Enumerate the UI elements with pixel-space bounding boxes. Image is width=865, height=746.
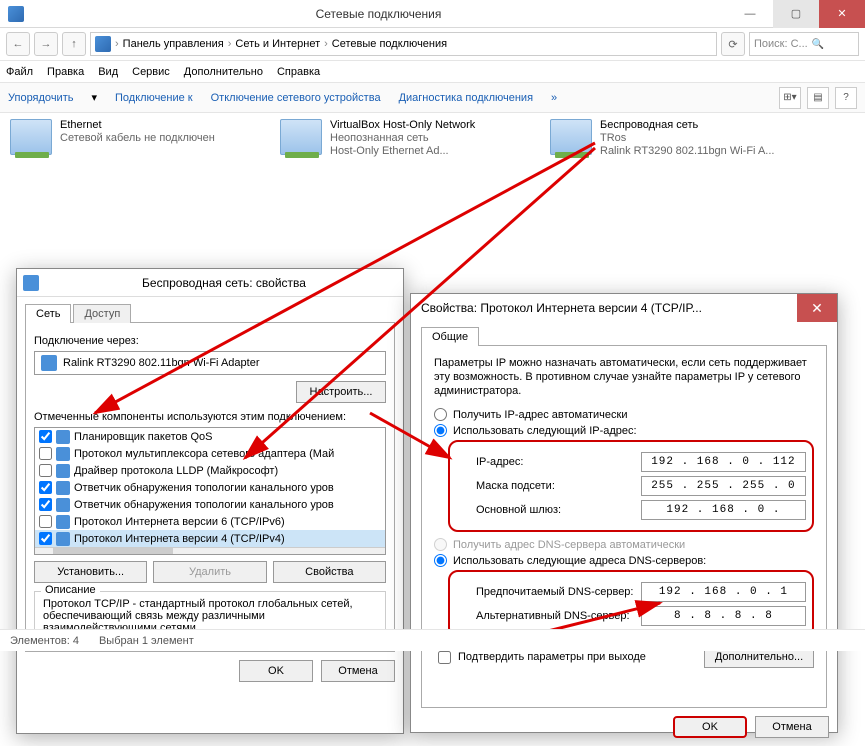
window-titlebar: Сетевые подключения — ▢ ✕	[0, 0, 865, 28]
network-item-ethernet[interactable]: Ethernet Сетевой кабель не подключен	[10, 119, 270, 158]
menu-tools[interactable]: Сервис	[132, 66, 170, 78]
network-icon	[10, 119, 52, 155]
toolbar-diag[interactable]: Диагностика подключения	[399, 92, 533, 104]
info-text: Параметры IP можно назначать автоматичес…	[434, 356, 814, 398]
radio-manual-ip[interactable]	[434, 424, 447, 437]
ip-settings-highlight: IP-адрес:192 . 168 . 0 . 112 Маска подсе…	[448, 440, 814, 532]
preferred-dns-input[interactable]: 192 . 168 . 0 . 1	[641, 582, 806, 602]
details-pane-button[interactable]: ▤	[807, 87, 829, 109]
radio-auto-ip[interactable]	[434, 408, 447, 421]
address-bar: ← → ↑ › Панель управления › Сеть и Интер…	[0, 28, 865, 61]
dialog-title: Свойства: Протокол Интернета версии 4 (T…	[411, 301, 797, 315]
horizontal-scrollbar[interactable]	[35, 547, 385, 555]
component-icon	[56, 532, 70, 546]
menu-edit[interactable]: Правка	[47, 66, 84, 78]
properties-button[interactable]: Свойства	[273, 561, 386, 583]
toolbar-disable[interactable]: Отключение сетевого устройства	[211, 92, 381, 104]
ok-button[interactable]: OK	[673, 716, 747, 738]
component-checkbox[interactable]	[39, 498, 52, 511]
network-item-virtualbox[interactable]: VirtualBox Host-Only Network Неопознанна…	[280, 119, 540, 158]
component-icon	[56, 481, 70, 495]
component-checkbox[interactable]	[39, 515, 52, 528]
component-checkbox[interactable]	[39, 464, 52, 477]
install-button[interactable]: Установить...	[34, 561, 147, 583]
nav-fwd-button[interactable]: →	[34, 32, 58, 56]
nav-up-button[interactable]: ↑	[62, 32, 86, 56]
menu-view[interactable]: Вид	[98, 66, 118, 78]
radio-auto-dns	[434, 538, 447, 551]
breadcrumb-item[interactable]: Панель управления	[123, 38, 224, 50]
component-checkbox[interactable]	[39, 532, 52, 545]
toolbar-organize[interactable]: Упорядочить	[8, 92, 73, 104]
app-icon	[8, 6, 24, 22]
tab-general[interactable]: Общие	[421, 327, 479, 346]
search-icon	[812, 38, 824, 50]
close-button[interactable]: ✕	[797, 294, 837, 322]
help-button[interactable]: ?	[835, 87, 857, 109]
nav-back-button[interactable]: ←	[6, 32, 30, 56]
toolbar-connect[interactable]: Подключение к	[115, 92, 193, 104]
remove-button: Удалить	[153, 561, 266, 583]
maximize-button[interactable]: ▢	[773, 0, 819, 28]
status-selected: Выбран 1 элемент	[99, 635, 194, 647]
gateway-input[interactable]: 192 . 168 . 0 .	[641, 500, 806, 520]
ip-address-input[interactable]: 192 . 168 . 0 . 112	[641, 452, 806, 472]
status-elements: Элементов: 4	[10, 635, 79, 647]
search-input[interactable]: Поиск: С...	[749, 32, 859, 56]
dialog-ipv4-properties: Свойства: Протокол Интернета версии 4 (T…	[410, 293, 838, 733]
cancel-button[interactable]: Отмена	[321, 660, 395, 682]
cancel-button[interactable]: Отмена	[755, 716, 829, 738]
network-icon	[280, 119, 322, 155]
breadcrumb-item[interactable]: Сеть и Интернет	[235, 38, 320, 50]
component-checkbox[interactable]	[39, 447, 52, 460]
component-icon	[56, 498, 70, 512]
window-title: Сетевые подключения	[30, 7, 727, 21]
alternate-dns-input[interactable]: 8 . 8 . 8 . 8	[641, 606, 806, 626]
component-icon	[56, 447, 70, 461]
breadcrumb-item[interactable]: Сетевые подключения	[332, 38, 447, 50]
menu-bar: Файл Правка Вид Сервис Дополнительно Спр…	[0, 61, 865, 83]
confirm-on-exit-checkbox[interactable]	[438, 651, 451, 664]
dialog-icon	[23, 275, 39, 291]
label-components: Отмеченные компоненты используются этим …	[34, 411, 386, 423]
minimize-button[interactable]: —	[727, 0, 773, 28]
adapter-field: Ralink RT3290 802.11bgn Wi-Fi Adapter	[34, 351, 386, 375]
component-icon	[56, 430, 70, 444]
close-button[interactable]: ✕	[819, 0, 865, 28]
component-checkbox[interactable]	[39, 430, 52, 443]
breadcrumb[interactable]: › Панель управления › Сеть и Интернет › …	[90, 32, 717, 56]
component-checkbox[interactable]	[39, 481, 52, 494]
content-area: Ethernet Сетевой кабель не подключен Vir…	[0, 113, 865, 629]
dialog-adapter-properties: Беспроводная сеть: свойства Сеть Доступ …	[16, 268, 404, 734]
view-options-button[interactable]: ⊞▾	[779, 87, 801, 109]
toolbar: Упорядочить▾ Подключение к Отключение се…	[0, 83, 865, 113]
dns-settings-highlight: Предпочитаемый DNS-сервер:192 . 168 . 0 …	[448, 570, 814, 638]
ok-button[interactable]: OK	[239, 660, 313, 682]
menu-file[interactable]: Файл	[6, 66, 33, 78]
description-legend: Описание	[41, 584, 100, 596]
location-icon	[95, 36, 111, 52]
network-icon	[550, 119, 592, 155]
menu-advanced[interactable]: Дополнительно	[184, 66, 263, 78]
network-item-wireless[interactable]: Беспроводная сеть TRos Ralink RT3290 802…	[550, 119, 810, 158]
dialog-title: Беспроводная сеть: свойства	[45, 276, 403, 290]
refresh-button[interactable]: ⟳	[721, 32, 745, 56]
tab-network[interactable]: Сеть	[25, 304, 71, 323]
component-icon	[56, 464, 70, 478]
status-bar: Элементов: 4 Выбран 1 элемент	[0, 629, 865, 651]
component-list[interactable]: Планировщик пакетов QoS Протокол мультип…	[34, 427, 386, 555]
menu-help[interactable]: Справка	[277, 66, 320, 78]
tab-sharing[interactable]: Доступ	[73, 304, 131, 323]
component-icon	[56, 515, 70, 529]
label-connect-using: Подключение через:	[34, 335, 386, 347]
configure-button[interactable]: Настроить...	[296, 381, 386, 403]
subnet-mask-input[interactable]: 255 . 255 . 255 . 0	[641, 476, 806, 496]
radio-manual-dns[interactable]	[434, 554, 447, 567]
adapter-icon	[41, 355, 57, 371]
